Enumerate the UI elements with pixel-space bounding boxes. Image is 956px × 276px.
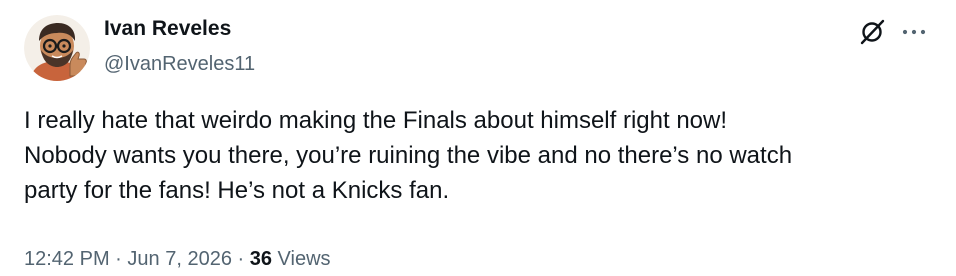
author-handle[interactable]: @IvanReveles11: [104, 51, 255, 77]
tweet-meta: 12:42 PM · Jun 7, 2026 · 36 Views: [24, 246, 331, 272]
meta-separator: ·: [237, 248, 245, 270]
tweet-card: Ivan Reveles @IvanReveles11 I really hat…: [0, 0, 956, 276]
tweet-text-line: I really hate that weirdo making the Fin…: [24, 107, 728, 134]
grok-icon[interactable]: [858, 18, 886, 46]
views-count: 36: [249, 248, 272, 270]
meta-separator: ·: [115, 248, 122, 270]
more-options-icon[interactable]: [902, 28, 926, 36]
avatar[interactable]: [24, 15, 90, 81]
tweet-text-line: Nobody wants you there, you’re ruining t…: [24, 142, 793, 169]
tweet-time[interactable]: 12:42 PM: [24, 248, 110, 270]
tweet-text: I really hate that weirdo making the Fin…: [24, 103, 934, 208]
tweet-text-line: party for the fans! He’s not a Knicks fa…: [24, 177, 450, 204]
author-display-name[interactable]: Ivan Reveles: [104, 16, 231, 42]
cartoon-avatar-icon: [24, 15, 90, 81]
tweet-date[interactable]: Jun 7, 2026: [127, 248, 232, 270]
views-label: Views: [277, 248, 331, 270]
